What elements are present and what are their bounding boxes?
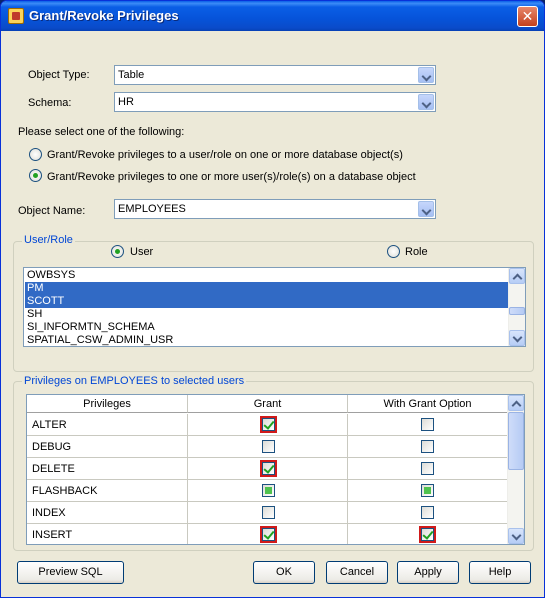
privilege-name: DEBUG (27, 436, 188, 458)
grant-cell (188, 480, 348, 502)
title-bar[interactable]: Grant/Revoke Privileges ✕ (1, 1, 544, 31)
scroll-down-icon[interactable] (509, 330, 525, 346)
preview-sql-button[interactable]: Preview SQL (17, 561, 124, 584)
role-radio[interactable] (387, 245, 400, 258)
close-button[interactable]: ✕ (517, 6, 538, 27)
object-name-label: Object Name: (18, 205, 86, 217)
privilege-name: FLASHBACK (27, 480, 188, 502)
user-list[interactable]: OWBSYS PM SCOTT SH SI_INFORMTN_SCHEMA SP… (23, 267, 526, 347)
option-users-on-object-label[interactable]: Grant/Revoke privileges to one or more u… (47, 171, 416, 183)
scroll-down-icon[interactable] (508, 528, 524, 544)
chevron-down-icon[interactable] (418, 201, 434, 217)
select-prompt: Please select one of the following: (18, 126, 185, 138)
chevron-down-icon[interactable] (418, 94, 434, 110)
scrollbar-thumb[interactable] (508, 412, 524, 470)
grant-option-cell (348, 502, 508, 524)
cancel-button[interactable]: Cancel (326, 561, 388, 584)
grant-option-cell (348, 436, 508, 458)
privileges-grid-scrollbar[interactable] (507, 395, 524, 544)
schema-value: HR (118, 96, 134, 108)
privileges-grid: Privileges Grant With Grant Option ALTER… (26, 394, 525, 545)
list-item[interactable]: SI_INFORMTN_SCHEMA (25, 321, 508, 334)
option-user-on-objects-label[interactable]: Grant/Revoke privileges to a user/role o… (47, 149, 403, 161)
scroll-up-icon[interactable] (508, 395, 524, 411)
user-list-scrollbar[interactable] (508, 268, 525, 346)
option-users-on-object-radio[interactable] (29, 169, 42, 182)
column-header-grant[interactable]: Grant (188, 395, 348, 413)
list-item[interactable]: SCOTT (25, 295, 508, 308)
grant-option-checkbox[interactable] (421, 418, 434, 431)
object-type-label: Object Type: (28, 69, 90, 81)
grant-checkbox[interactable] (262, 484, 275, 497)
grant-option-cell (348, 524, 508, 544)
grant-option-checkbox[interactable] (421, 462, 434, 475)
grant-cell (188, 436, 348, 458)
grant-cell (188, 458, 348, 480)
column-header-privileges[interactable]: Privileges (27, 395, 188, 413)
privilege-name: DELETE (27, 458, 188, 480)
role-radio-label[interactable]: Role (405, 246, 428, 258)
grant-option-checkbox[interactable] (421, 506, 434, 519)
grant-checkbox[interactable] (262, 528, 275, 541)
object-type-select[interactable]: Table (114, 65, 436, 85)
option-user-on-objects-radio[interactable] (29, 148, 42, 161)
grant-cell (188, 414, 348, 436)
grant-revoke-dialog: Grant/Revoke Privileges ✕ Object Type: T… (0, 0, 545, 598)
object-type-value: Table (118, 69, 145, 81)
grant-option-cell (348, 414, 508, 436)
user-radio[interactable] (111, 245, 124, 258)
window-title: Grant/Revoke Privileges (29, 8, 179, 23)
help-button[interactable]: Help (469, 561, 531, 584)
grant-checkbox[interactable] (262, 506, 275, 519)
privilege-name: INDEX (27, 502, 188, 524)
app-icon (8, 8, 24, 24)
user-role-group-title: User/Role (22, 234, 75, 246)
list-item[interactable]: SH (25, 308, 508, 321)
object-name-select[interactable]: EMPLOYEES (114, 199, 436, 219)
column-header-grant-option[interactable]: With Grant Option (348, 395, 508, 413)
ok-button[interactable]: OK (253, 561, 315, 584)
list-item[interactable]: OWBSYS (25, 269, 508, 282)
grant-option-checkbox[interactable] (421, 528, 434, 541)
grant-option-cell (348, 480, 508, 502)
schema-select[interactable]: HR (114, 92, 436, 112)
privilege-name: ALTER (27, 414, 188, 436)
grant-cell (188, 524, 348, 544)
privileges-group-title: Privileges on EMPLOYEES to selected user… (22, 375, 247, 387)
scroll-up-icon[interactable] (509, 268, 525, 284)
schema-label: Schema: (28, 97, 72, 109)
grant-option-cell (348, 458, 508, 480)
grant-checkbox[interactable] (262, 462, 275, 475)
privilege-name: INSERT (27, 524, 188, 544)
grant-cell (188, 502, 348, 524)
chevron-down-icon[interactable] (418, 67, 434, 83)
grant-option-checkbox[interactable] (421, 484, 434, 497)
close-icon: ✕ (521, 8, 534, 24)
object-name-value: EMPLOYEES (118, 203, 186, 215)
grant-checkbox[interactable] (262, 440, 275, 453)
grant-checkbox[interactable] (262, 418, 275, 431)
user-radio-label[interactable]: User (130, 246, 153, 258)
list-item[interactable]: SPATIAL_CSW_ADMIN_USR (25, 334, 508, 346)
apply-button[interactable]: Apply (397, 561, 459, 584)
scrollbar-thumb[interactable] (509, 307, 525, 315)
list-item[interactable]: PM (25, 282, 508, 295)
grant-option-checkbox[interactable] (421, 440, 434, 453)
